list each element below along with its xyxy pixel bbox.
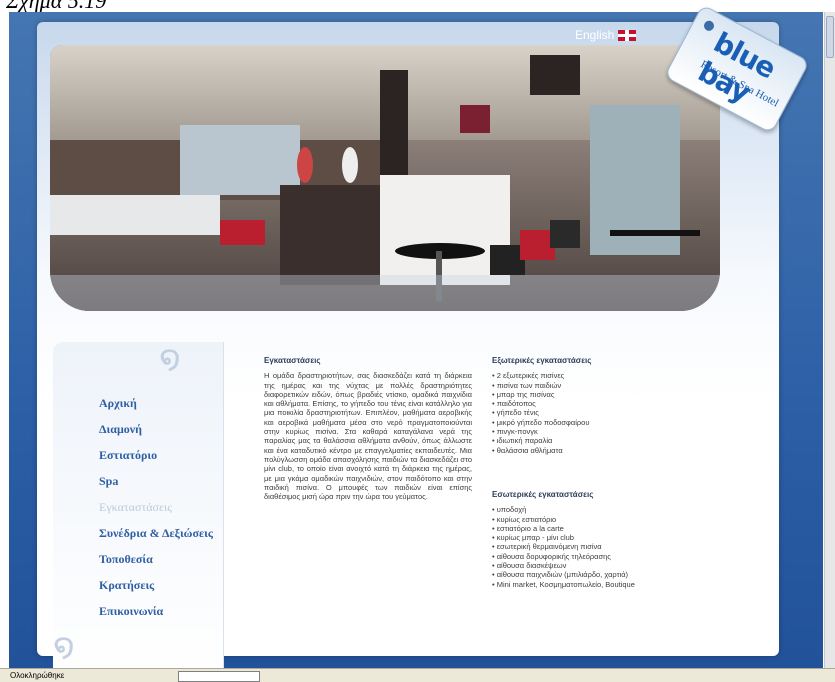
list-item: • ιδιωτική παραλία [492, 436, 553, 446]
menu-item-accommodation[interactable]: Διαμονή [99, 422, 213, 448]
menu-item-spa[interactable]: Spa [99, 474, 213, 500]
content-title: Εγκαταστάσεις [264, 356, 321, 365]
list-item: • γήπεδο τένις [492, 408, 539, 418]
main-menu: Αρχική Διαμονή Εστιατόριο Spa Εγκαταστάσ… [99, 396, 213, 630]
list-item: • παιδότοπος [492, 399, 536, 409]
website-frame: English blue bay Resort & Spa Hotel ໑ ໑ … [9, 4, 823, 675]
list-item: • αίθουσα παιχνιδιών (μπιλιάρδο, χαρτιά) [492, 570, 629, 580]
swirl-ornament-icon: ໑ [159, 339, 181, 377]
uk-flag-icon[interactable] [618, 29, 637, 41]
content-body: Η ομάδα δραστηριοτήτων, σας διασκεδάζει … [264, 371, 472, 502]
status-zone-box [178, 671, 260, 682]
list-item: • κυρίως εστιατόριο [492, 514, 557, 524]
swirl-ornament-bottom-icon: ໑ [53, 627, 75, 665]
vertical-scrollbar[interactable] [824, 12, 835, 668]
list-item: • 2 εξωτερικές πισίνες [492, 371, 565, 381]
list-item: • πινγκ-πονγκ [492, 427, 538, 437]
menu-item-home[interactable]: Αρχική [99, 396, 213, 422]
external-facilities: Εξωτερικές εγκαταστάσεις • 2 εξωτερικές … [492, 356, 692, 455]
language-switch[interactable]: English [575, 28, 637, 42]
list-item: • θαλάσσια αθλήματα [492, 445, 563, 455]
status-text: Ολοκληρώθηκε [10, 671, 65, 680]
hotel-bar-photo [50, 45, 720, 311]
list-item: • μικρό γήπεδο ποδοσφαίρου [492, 417, 590, 427]
facilities-text-column: Εγκαταστάσεις Η ομάδα δραστηριοτήτων, σα… [264, 356, 472, 501]
list-item: • αίθουσα δορυφορικής τηλεόρασης [492, 551, 611, 561]
menu-item-contact[interactable]: Επικοινωνία [99, 604, 213, 630]
list-item: • Mini market, Κοσμηματοπωλείο, Boutique [492, 579, 635, 589]
menu-item-restaurant[interactable]: Εστιατόριο [99, 448, 213, 474]
language-label[interactable]: English [575, 28, 614, 42]
list-item: • πισίνα των παιδιών [492, 380, 562, 390]
menu-item-location[interactable]: Τοποθεσία [99, 552, 213, 578]
external-title: Εξωτερικές εγκαταστάσεις [492, 356, 592, 365]
list-item: • αίθουσα διασκέψεων [492, 561, 567, 571]
list-item: • κυρίως μπαρ - μίνι club [492, 533, 574, 543]
scrollbar-thumb[interactable] [826, 16, 834, 58]
list-item: • υποδοχή [492, 505, 527, 515]
list-item: • εστιατόριο a la carte [492, 523, 564, 533]
internal-facilities: Εσωτερικές εγκαταστάσεις • υποδοχή • κυρ… [492, 490, 692, 589]
tag-hole-icon [702, 19, 716, 33]
list-item: • εσωτερική θερμαινόμενη πισίνα [492, 542, 602, 552]
list-item: • μπαρ της πισίνας [492, 389, 555, 399]
browser-status-bar: Ολοκληρώθηκε [0, 668, 835, 682]
menu-item-facilities[interactable]: Εγκαταστάσεις [99, 500, 213, 526]
menu-item-conferences[interactable]: Συνέδρια & Δεξιώσεις [99, 526, 213, 552]
menu-item-reservations[interactable]: Κρατήσεις [99, 578, 213, 604]
internal-title: Εσωτερικές εγκαταστάσεις [492, 490, 594, 499]
hero-photo [50, 45, 720, 311]
